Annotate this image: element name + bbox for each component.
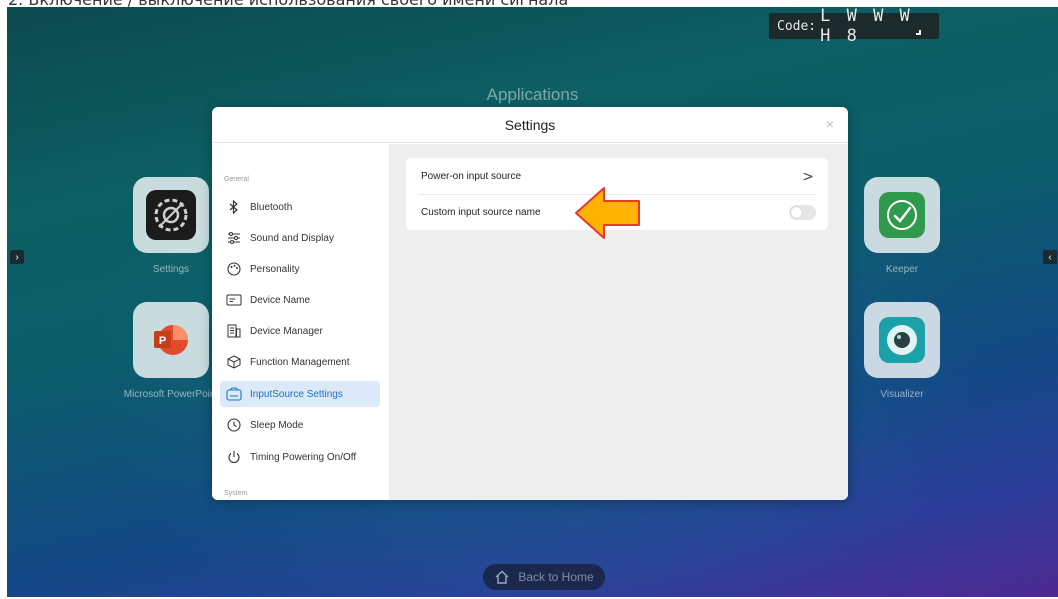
dialog-title: Settings (504, 116, 556, 133)
app-tile-keeper[interactable]: Keeper (842, 177, 962, 275)
keeper-icon (864, 177, 940, 253)
power-icon (226, 449, 242, 465)
section-label-general: General (224, 176, 249, 183)
powerpoint-icon: P (133, 302, 209, 378)
dialog-header: Settings × (212, 107, 848, 143)
row-label: Custom input source name (421, 206, 541, 218)
sidebar-item-sleep-mode[interactable]: Sleep Mode (220, 412, 380, 438)
device-manager-icon (226, 323, 242, 339)
sidebar-item-personality[interactable]: Personality (220, 256, 380, 282)
sidebar-item-label: Personality (250, 263, 300, 275)
palette-icon (226, 261, 242, 277)
sidebar-item-input-source[interactable]: InputSource Settings (220, 381, 380, 407)
visualizer-icon (864, 302, 940, 378)
device-name-icon (226, 292, 242, 308)
toggle-knob (791, 207, 802, 218)
sidebar-item-label: InputSource Settings (250, 388, 343, 400)
clock-icon (226, 417, 242, 433)
settings-sidebar: General Bluetooth Sound and Display Pers… (212, 144, 389, 500)
settings-app-icon (133, 177, 209, 253)
bluetooth-icon (226, 199, 242, 215)
close-icon[interactable]: × (826, 116, 834, 132)
applications-title: Applications (486, 85, 579, 104)
chevron-right-icon: > (802, 169, 814, 185)
svg-text:P: P (159, 335, 166, 347)
sliders-icon (226, 230, 242, 246)
sidebar-item-bluetooth[interactable]: Bluetooth (220, 194, 380, 220)
code-label: Code: (777, 18, 817, 34)
sidebar-item-label: Bluetooth (250, 201, 293, 213)
sidebar-item-label: Device Manager (250, 325, 323, 337)
home-icon (495, 570, 509, 584)
row-label: Power-on input source (421, 170, 522, 182)
cube-icon (226, 354, 242, 370)
sidebar-item-device-name[interactable]: Device Name (220, 287, 380, 313)
code-value: L W W W H 8 (820, 7, 913, 46)
sidebar-item-label: Timing Powering On/Off (250, 451, 357, 463)
right-nav-arrow[interactable]: ‹ (1043, 250, 1057, 264)
sidebar-item-label: Sound and Display (250, 232, 334, 244)
sidebar-item-function-management[interactable]: Function Management (220, 349, 380, 375)
sidebar-item-device-manager[interactable]: Device Manager (220, 318, 380, 344)
settings-dialog: Settings × General Bluetooth Sound and D… (212, 107, 848, 500)
sidebar-item-label: Device Name (250, 294, 311, 306)
input-source-icon (226, 386, 242, 402)
app-tile-visualizer[interactable]: Visualizer (842, 302, 962, 400)
back-to-home-button[interactable]: Back to Home (483, 564, 605, 590)
sidebar-item-timing-power[interactable]: Timing Powering On/Off (220, 444, 380, 470)
code-box: Code: L W W W H 8 (769, 7, 939, 46)
app-label: Keeper (885, 264, 919, 275)
corner-mark-icon (916, 30, 921, 35)
left-nav-arrow[interactable]: › (10, 250, 24, 264)
sidebar-item-label: Function Management (250, 356, 350, 368)
back-to-home-label: Back to Home (518, 570, 594, 584)
app-label: Visualizer (880, 389, 924, 400)
sidebar-item-label: Sleep Mode (250, 419, 304, 431)
custom-name-toggle[interactable] (789, 205, 816, 220)
sidebar-item-sound-display[interactable]: Sound and Display (220, 225, 380, 251)
pointer-arrow-icon (575, 187, 640, 239)
section-label-system: System (224, 490, 248, 497)
